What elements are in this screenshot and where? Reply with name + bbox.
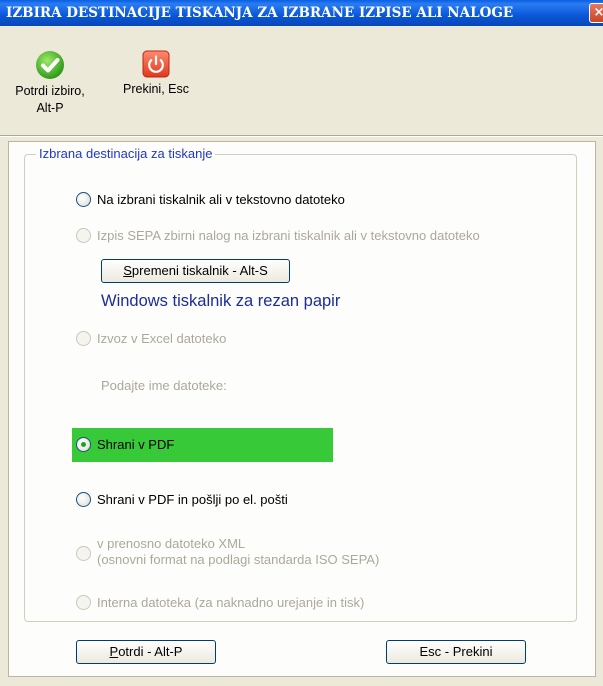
option-label: Izvoz v Excel datoteko (97, 331, 227, 346)
option-save-pdf-email[interactable]: Shrani v PDF in pošlji po el. pošti (76, 492, 288, 507)
cancel-tool-label: Prekini, Esc (123, 82, 189, 96)
printer-info: Windows tiskalnik za rezan papir (101, 292, 341, 310)
option-label-line-2: (osnovni format na podlagi standarda ISO… (97, 552, 380, 567)
radio-xml-transfer (76, 546, 91, 561)
radio-printer-or-text[interactable] (76, 192, 91, 207)
button-mnemonic: P (109, 644, 119, 659)
option-sepa-batch: Izpis SEPA zbirni nalog na izbrani tiska… (76, 228, 480, 243)
option-label: Shrani v PDF (97, 437, 175, 452)
option-label: Interna datoteka (za naknadno urejanje i… (97, 595, 365, 610)
radio-excel-export (76, 331, 91, 346)
cancel-tool[interactable]: Prekini, Esc (106, 50, 206, 98)
option-label: Na izbrani tiskalnik ali v tekstovno dat… (97, 192, 345, 207)
option-xml-transfer: v prenosno datoteko XML (osnovni format … (76, 536, 379, 568)
close-icon: × (593, 5, 603, 20)
toolbar-separator (0, 135, 603, 137)
filename-label: Podajte ime datoteke: (101, 378, 227, 393)
option-internal-file: Interna datoteka (za naknadno urejanje i… (76, 595, 364, 610)
button-label: Esc - Prekini (419, 644, 493, 659)
groupbox-legend: Izbrana destinacija za tiskanje (36, 146, 216, 162)
title-bar: IZBIRA DESTINACIJE TISKANJA ZA IZBRANE I… (0, 0, 603, 26)
button-label: premeni tiskalnik - Alt-S (131, 263, 268, 278)
confirm-tool-label-2: Alt-P (36, 101, 64, 115)
option-label-line-1: v prenosno datoteko XML (97, 536, 246, 551)
button-mnemonic: S (123, 263, 132, 278)
option-label: Izpis SEPA zbirni nalog na izbrani tiska… (97, 228, 480, 243)
button-label: otrdi - Alt-P (118, 644, 183, 659)
confirm-tool-label-1: Potrdi izbiro, (15, 84, 85, 98)
option-label: Shrani v PDF in pošlji po el. pošti (97, 492, 288, 507)
option-printer-or-text[interactable]: Na izbrani tiskalnik ali v tekstovno dat… (76, 192, 345, 207)
check-circle-icon (36, 51, 64, 79)
radio-save-pdf-email[interactable] (76, 492, 91, 507)
option-save-pdf[interactable]: Shrani v PDF (76, 437, 174, 452)
window-title: IZBIRA DESTINACIJE TISKANJA ZA IZBRANE I… (6, 5, 514, 21)
radio-sepa-batch (76, 228, 91, 243)
radio-internal-file (76, 595, 91, 610)
option-label: v prenosno datoteko XML (osnovni format … (97, 536, 379, 568)
close-button[interactable]: × (589, 3, 603, 23)
confirm-selection-tool[interactable]: Potrdi izbiro, Alt-P (2, 50, 98, 117)
change-printer-button[interactable]: Spremeni tiskalnik - Alt-S (101, 259, 290, 283)
option-excel-export: Izvoz v Excel datoteko (76, 331, 226, 346)
cancel-button[interactable]: Esc - Prekini (386, 640, 526, 664)
power-icon (142, 50, 170, 78)
radio-save-pdf[interactable] (76, 437, 91, 452)
confirm-button[interactable]: Potrdi - Alt-P (76, 640, 216, 664)
